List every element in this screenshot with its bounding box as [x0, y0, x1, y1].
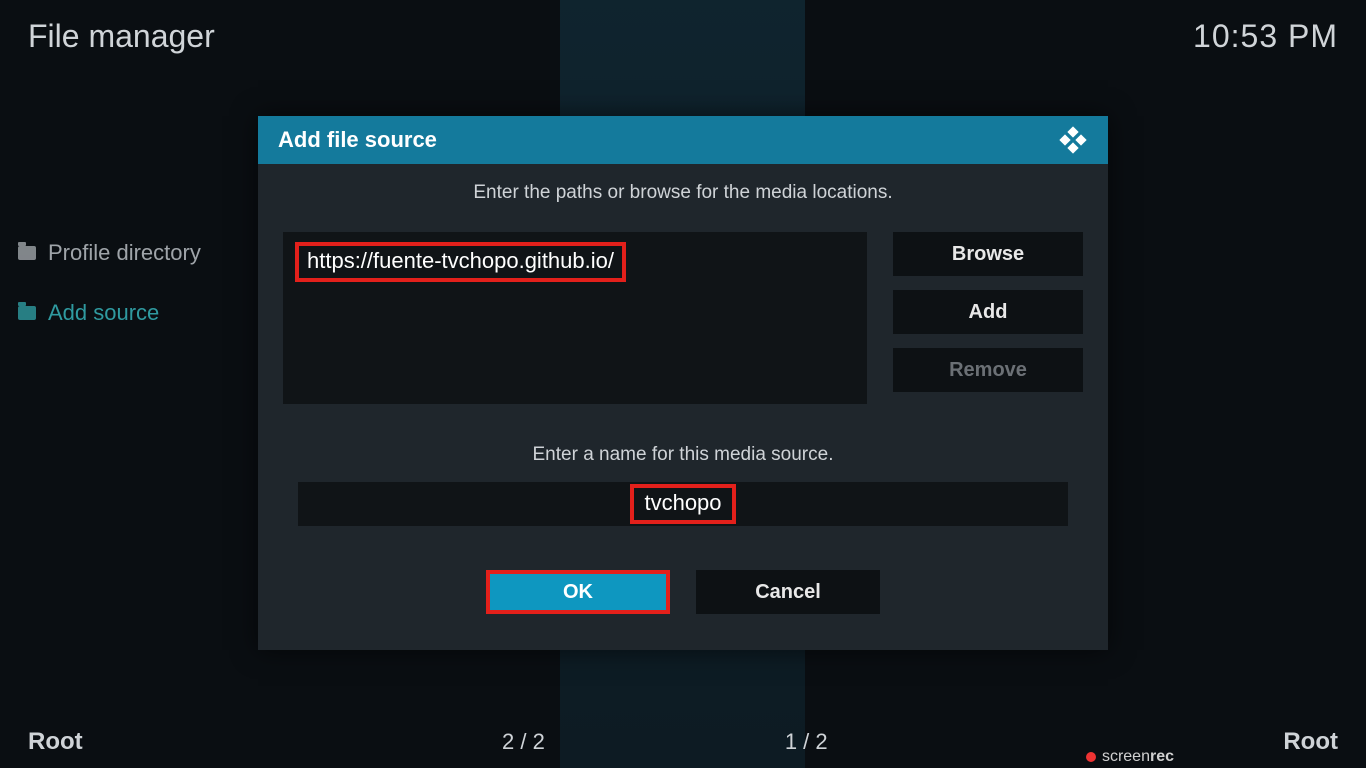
folder-icon	[18, 246, 36, 260]
record-dot-icon	[1086, 752, 1096, 762]
dialog-body: Enter the paths or browse for the media …	[258, 164, 1108, 650]
sidebar-item-profile-directory[interactable]: Profile directory	[18, 240, 201, 266]
dialog-title: Add file source	[278, 127, 437, 153]
watermark-part2: rec	[1150, 748, 1174, 765]
footer-counter-right: 1 / 2	[785, 729, 828, 755]
source-name-input[interactable]: tvchopo	[298, 482, 1068, 526]
name-instruction: Enter a name for this media source.	[283, 444, 1083, 466]
sidebar-item-add-source[interactable]: Add source	[18, 300, 201, 326]
watermark-part1: screen	[1102, 748, 1150, 765]
sidebar-item-label: Profile directory	[48, 240, 201, 266]
kodi-logo-icon	[1058, 125, 1088, 155]
add-file-source-dialog: Add file source Enter the paths or brows…	[258, 116, 1108, 650]
footer-root-left: Root	[28, 728, 438, 756]
folder-icon	[18, 306, 36, 320]
footer-counter-left: 2 / 2	[502, 729, 545, 755]
browse-button[interactable]: Browse	[893, 232, 1083, 276]
browse-button-label: Browse	[952, 243, 1024, 266]
add-button-label: Add	[969, 301, 1008, 324]
ok-button-label: OK	[563, 581, 593, 604]
source-name-value: tvchopo	[630, 484, 735, 524]
ok-button[interactable]: OK	[486, 570, 670, 614]
cancel-button-label: Cancel	[755, 581, 821, 604]
path-input[interactable]: https://fuente-tvchopo.github.io/	[283, 232, 867, 404]
top-bar: File manager 10:53 PM	[0, 0, 1366, 55]
screenrec-watermark: screenrec	[1086, 748, 1174, 766]
path-url-value: https://fuente-tvchopo.github.io/	[295, 242, 626, 282]
dialog-action-buttons: OK Cancel	[283, 570, 1083, 614]
paths-instruction: Enter the paths or browse for the media …	[283, 182, 1083, 204]
remove-button: Remove	[893, 348, 1083, 392]
footer-root-right: Root	[1218, 728, 1338, 756]
sidebar: Profile directory Add source	[18, 240, 201, 326]
clock: 10:53 PM	[1193, 18, 1338, 55]
remove-button-label: Remove	[949, 359, 1027, 382]
path-buttons-column: Browse Add Remove	[893, 232, 1083, 404]
add-button[interactable]: Add	[893, 290, 1083, 334]
page-title: File manager	[28, 18, 215, 55]
dialog-header: Add file source	[258, 116, 1108, 164]
sidebar-item-label: Add source	[48, 300, 159, 326]
cancel-button[interactable]: Cancel	[696, 570, 880, 614]
paths-row: https://fuente-tvchopo.github.io/ Browse…	[283, 232, 1083, 404]
